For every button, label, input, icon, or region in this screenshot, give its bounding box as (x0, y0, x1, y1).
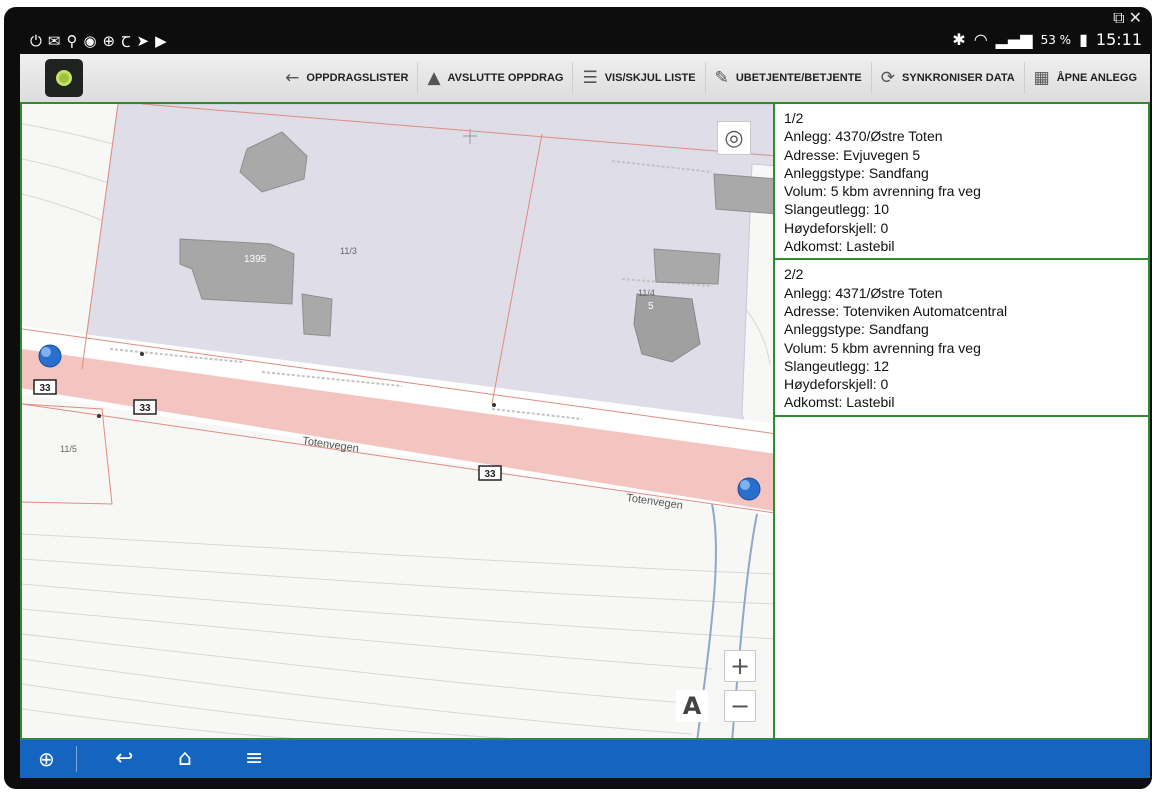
apne-anlegg-button[interactable]: ▦ ÅPNE ANLEGG (1023, 62, 1146, 94)
calendar-icon: ▦ (1033, 67, 1050, 88)
vis-skjul-liste-button[interactable]: ☰ VIS/SKJUL LISTE (572, 62, 704, 94)
oppdragslister-button[interactable]: ← OPPDRAGSLISTER (276, 62, 417, 94)
road-shield-label: 33 (484, 469, 496, 480)
action-bar: ← OPPDRAGSLISTER ▲ AVSLUTTE OPPDRAG ☰ VIS/S… (20, 54, 1150, 103)
send-icon: ➤ (136, 32, 150, 50)
popout-icon[interactable]: ⧉ (1113, 8, 1128, 27)
teamviewer-icon: ⊕ (102, 32, 116, 50)
facility-access: Adkomst: Lastebil (784, 394, 895, 411)
home-icon[interactable]: ⌂ (178, 746, 192, 772)
zoom-out-button[interactable]: − (724, 690, 756, 722)
facility-type: Anleggstype: Sandfang (784, 164, 929, 181)
app-logo-icon[interactable] (45, 59, 83, 97)
point-feature (97, 414, 101, 418)
point-feature (140, 352, 144, 356)
road-shield-label: 33 (139, 403, 151, 414)
close-icon[interactable]: ✕ (1129, 8, 1146, 27)
house-number-label: 5 (648, 301, 654, 312)
power-icon: ⏻ (30, 32, 42, 50)
bluetooth-icon: ✱ (952, 30, 966, 49)
facility-card[interactable]: 1/2 Anlegg: 4370/Østre Toten Adresse: Ev… (775, 104, 1148, 261)
toolbar-actions: ← OPPDRAGSLISTER ▲ AVSLUTTE OPPDRAG ☰ VIS/S… (276, 54, 1146, 102)
location-icon: ⚲ (66, 32, 78, 50)
status-bar: ⏻ ✉ ⚲ ◉ ⊕ Ꞇ ➤ ▶ ✱ ◠ ▂▄▆ 53 % ▮ 15:11 (24, 30, 1150, 52)
facility-id: Anlegg: 4370/Østre Toten (784, 128, 943, 145)
back-icon[interactable]: ↩ (115, 746, 133, 772)
button-label: ÅPNE ANLEGG (1056, 72, 1137, 84)
nytimes-icon: Ꞇ (121, 33, 131, 51)
minus-icon: − (729, 692, 751, 720)
arrow-back-icon: ← (285, 67, 300, 88)
facility-id: Anlegg: 4371/Østre Toten (784, 284, 943, 301)
item-counter: 2/2 (784, 266, 804, 283)
recent-apps-icon[interactable]: ≡ (245, 746, 263, 772)
parcel-label: 11/4 (638, 288, 655, 298)
warning-icon: ▲ (427, 67, 441, 88)
parcel-label: 11/3 (340, 246, 357, 256)
app-frame: ⧉✕ ⏻ ✉ ⚲ ◉ ⊕ Ꞇ ➤ ▶ ✱ ◠ ▂▄▆ 53 % ▮ 15:11 … (0, 0, 1160, 794)
plus-icon: + (729, 652, 751, 680)
teamviewer-icon[interactable]: ⊕ (38, 746, 55, 772)
locate-button[interactable]: ◎ (717, 121, 751, 155)
button-label: AVSLUTTE OPPDRAG (447, 72, 564, 84)
map-view[interactable]: 33 33 33 Totenvegen Totenvegen 1395 5 11… (20, 102, 775, 740)
facility-address: Adresse: Totenviken Automatcentral (784, 302, 1008, 319)
navigation-bar: ⊕ ↩ ⌂ ≡ (20, 740, 1150, 778)
facility-access: Adkomst: Lastebil (784, 238, 895, 255)
button-label: VIS/SKJUL LISTE (604, 72, 696, 84)
label-toggle-button[interactable]: A (676, 690, 708, 722)
map-canvas[interactable]: 33 33 33 Totenvegen Totenvegen 1395 5 11… (22, 104, 775, 740)
facility-address: Adresse: Evjuvegen 5 (784, 146, 921, 163)
facility-hose-length: Slangeutlegg: 12 (784, 357, 890, 374)
play-icon: ▶ (155, 32, 167, 50)
pencil-icon: ✎ (714, 67, 729, 88)
site-marker[interactable] (737, 477, 761, 501)
text-label-icon: A (682, 692, 702, 720)
zoom-in-button[interactable]: + (724, 650, 756, 682)
eye-icon: ◉ (83, 32, 97, 50)
notification-icons: ⏻ ✉ ⚲ ◉ ⊕ Ꞇ ➤ ▶ (30, 32, 167, 52)
site-marker[interactable] (38, 344, 62, 368)
facility-volume: Volum: 5 kbm avrenning fra veg (784, 183, 981, 200)
item-counter: 1/2 (784, 110, 804, 126)
list-icon: ☰ (582, 67, 598, 88)
facility-hose-length: Slangeutlegg: 10 (784, 201, 890, 218)
nav-divider (76, 746, 77, 772)
road-shield-label: 33 (39, 383, 51, 394)
main-content: 33 33 33 Totenvegen Totenvegen 1395 5 11… (20, 102, 1150, 740)
wifi-icon: ◠ (973, 30, 988, 49)
button-label: UBETJENTE/BETJENTE (735, 72, 862, 84)
site-marker-highlight (41, 347, 51, 357)
parcel-label: 11/5 (60, 444, 77, 454)
mail-icon: ✉ (47, 32, 61, 50)
facility-height-difference: Høydeforskjell: 0 (784, 219, 889, 236)
clock: 15:11 (1095, 30, 1142, 49)
window-controls: ⧉✕ (1113, 8, 1146, 28)
ubetjente-betjente-button[interactable]: ✎ UBETJENTE/BETJENTE (704, 62, 871, 94)
locate-icon: ◎ (724, 125, 744, 151)
avslutte-oppdrag-button[interactable]: ▲ AVSLUTTE OPPDRAG (417, 62, 572, 94)
button-label: SYNKRONISER DATA (902, 72, 1015, 84)
facility-volume: Volum: 5 kbm avrenning fra veg (784, 339, 981, 356)
system-icons: ✱ ◠ ▂▄▆ 53 % ▮ 15:11 (952, 30, 1142, 49)
facility-type: Anleggstype: Sandfang (784, 321, 929, 338)
house-number-label: 1395 (244, 254, 267, 265)
site-marker-highlight (740, 480, 750, 490)
point-feature (492, 403, 496, 407)
battery-icon: ▮ (1079, 30, 1088, 49)
facility-height-difference: Høydeforskjell: 0 (784, 376, 889, 393)
facility-card[interactable]: 2/2 Anlegg: 4371/Østre Toten Adresse: To… (775, 260, 1148, 417)
signal-icon: ▂▄▆ (995, 30, 1033, 49)
sync-icon: ⟳ (880, 67, 896, 88)
battery-percent: 53 % (1040, 32, 1072, 47)
facility-list: 1/2 Anlegg: 4370/Østre Toten Adresse: Ev… (775, 102, 1150, 740)
synkroniser-data-button[interactable]: ⟳ SYNKRONISER DATA (870, 62, 1024, 94)
button-label: OPPDRAGSLISTER (306, 72, 409, 84)
